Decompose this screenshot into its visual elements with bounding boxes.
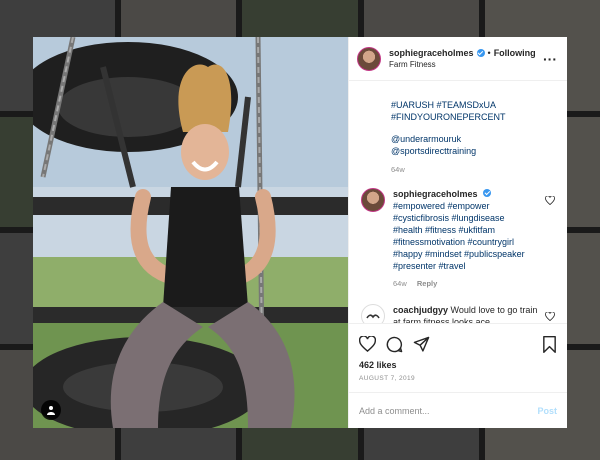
add-comment-input[interactable] (359, 405, 538, 416)
comment-text-line[interactable]: #health #fitness #ukfitfam (393, 224, 541, 236)
reply-button[interactable]: Reply (417, 279, 437, 288)
comment-timestamp[interactable]: 64w (393, 279, 407, 288)
post-date[interactable]: August 7, 2019 (359, 375, 557, 382)
verified-badge-icon (483, 189, 492, 197)
like-count[interactable]: 462 likes (359, 360, 557, 370)
comments-list[interactable]: #UARUSH #TEAMSDxUA #FINDYOURONEPERCENT @… (349, 81, 567, 323)
heart-icon[interactable] (359, 336, 376, 352)
author-username[interactable]: sophiegraceholmes (389, 48, 474, 58)
verified-badge-icon (476, 49, 485, 57)
comment-text-line[interactable]: #presenter #travel (393, 260, 541, 272)
post-location[interactable]: Farm Fitness (389, 60, 541, 69)
post-actions: 462 likes August 7, 2019 (349, 323, 567, 382)
comment-text-line[interactable]: #happy #mindset #publicspeaker (393, 248, 541, 260)
share-icon[interactable] (413, 336, 430, 353)
post-photo-illustration (33, 37, 348, 428)
caption: #UARUSH #TEAMSDxUA #FINDYOURONEPERCENT @… (361, 89, 555, 174)
post-photo[interactable] (33, 37, 348, 428)
post-comment-button[interactable]: Post (537, 406, 557, 416)
avatar[interactable] (357, 46, 381, 71)
comment-like-heart-icon[interactable] (545, 304, 555, 323)
comment-text-line[interactable]: #cysticfibrosis #lungdisease (393, 212, 541, 224)
comment-text-line[interactable]: #empowered #empower (393, 200, 541, 212)
caption-mention[interactable]: @sportsdirecttraining (391, 145, 555, 157)
comment-item: coachjudgyy Would love to go train at fa… (361, 304, 555, 323)
post-header: sophiegraceholmes • Following Farm Fitne… (349, 37, 567, 81)
following-button[interactable]: Following (494, 48, 536, 58)
comment-username[interactable]: sophiegraceholmes (393, 188, 541, 200)
comment-item: sophiegraceholmes #empowered #empower #c… (361, 188, 555, 290)
comment-username[interactable]: coachjudgyy (393, 305, 448, 315)
header-text: sophiegraceholmes • Following Farm Fitne… (389, 48, 541, 69)
user-tag-icon[interactable] (41, 400, 61, 420)
post-modal: sophiegraceholmes • Following Farm Fitne… (33, 37, 567, 428)
post-side-panel: sophiegraceholmes • Following Farm Fitne… (348, 37, 567, 428)
comment-text-line[interactable]: #fitnessmotivation #countrygirl (393, 236, 541, 248)
caption-hashtags[interactable]: #FINDYOURONEPERCENT (391, 111, 555, 123)
comment-like-heart-icon[interactable] (545, 188, 555, 290)
caption-hashtags[interactable]: #UARUSH #TEAMSDxUA (391, 99, 555, 111)
bookmark-icon[interactable] (542, 335, 557, 353)
separator-dot: • (487, 48, 491, 58)
caption-timestamp[interactable]: 64w (391, 165, 555, 174)
more-options-icon[interactable]: ··· (541, 51, 559, 67)
comment-username-text[interactable]: sophiegraceholmes (393, 189, 478, 199)
avatar[interactable] (361, 188, 385, 212)
caption-mention[interactable]: @underarmouruk (391, 133, 555, 145)
comment-icon[interactable] (386, 336, 403, 353)
add-comment-bar: Post (349, 392, 567, 428)
avatar[interactable] (361, 304, 385, 323)
